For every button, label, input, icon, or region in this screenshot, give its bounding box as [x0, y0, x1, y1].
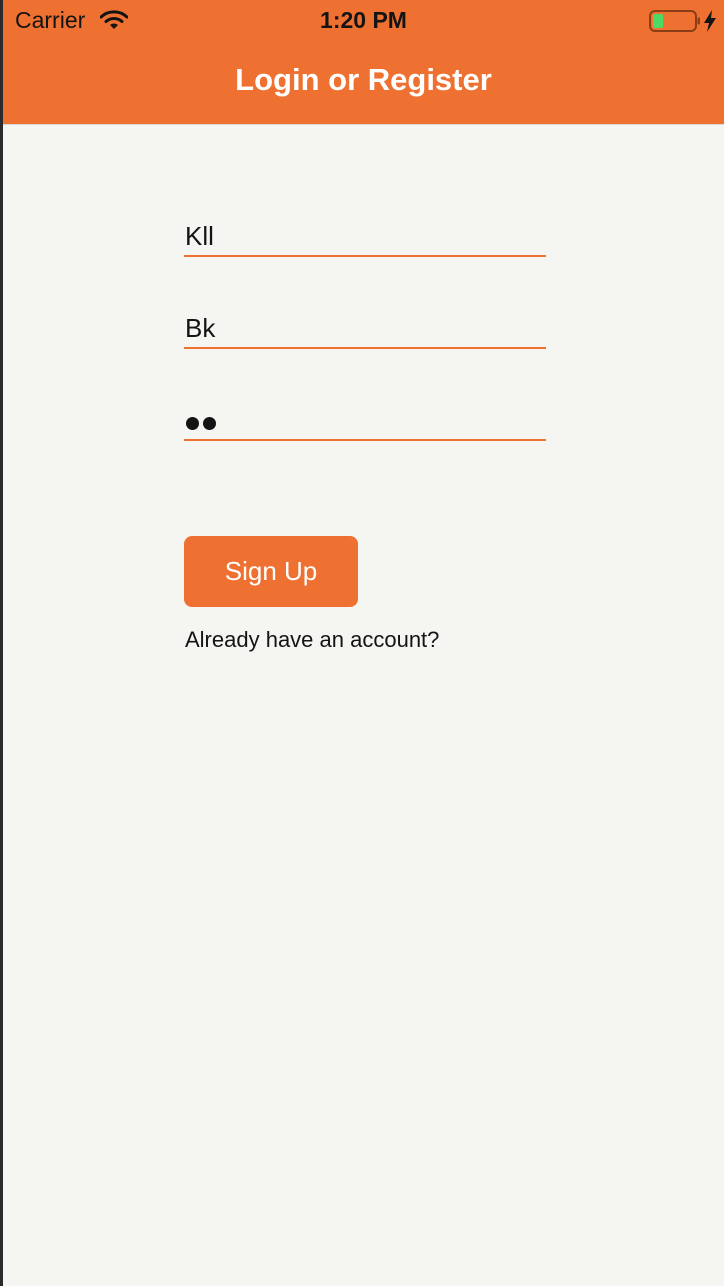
battery-icon — [649, 10, 700, 32]
password-field[interactable] — [184, 399, 546, 441]
charging-bolt-icon — [704, 10, 716, 32]
username-field[interactable]: Kll — [184, 215, 546, 257]
app-screen: Carrier 1:20 PM Login or Register Kll Bk — [3, 0, 724, 1286]
navigation-header: Carrier 1:20 PM Login or Register — [3, 0, 724, 125]
name-field[interactable]: Bk — [184, 307, 546, 349]
sign-up-button[interactable]: Sign Up — [184, 536, 358, 607]
status-time: 1:20 PM — [320, 7, 407, 33]
username-value: Kll — [185, 221, 214, 251]
page-title: Login or Register — [235, 62, 492, 97]
password-dot — [203, 417, 216, 430]
login-link[interactable]: Already have an account? — [185, 627, 439, 653]
name-value: Bk — [185, 313, 216, 343]
password-mask — [186, 417, 216, 430]
status-bar: Carrier 1:20 PM — [3, 0, 724, 42]
password-dot — [186, 417, 199, 430]
